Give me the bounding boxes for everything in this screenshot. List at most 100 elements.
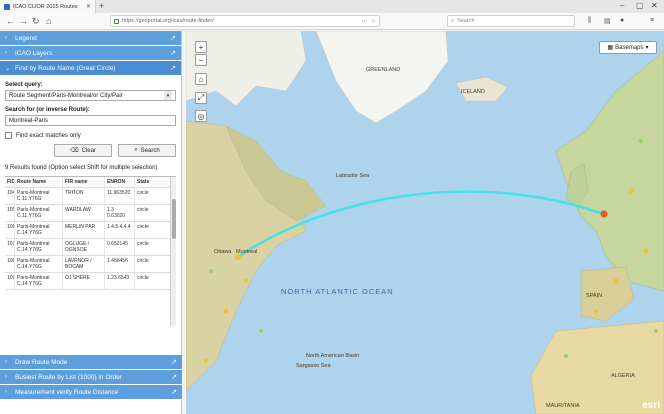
table-row[interactable]: 108 Paris-Montreal C.14.Y76G LAVRNOR / BOC… (5, 256, 176, 274)
open-external-icon[interactable]: ↗ (170, 49, 176, 57)
bottom-sections: › Draw Route Mode ↗ › Busiest Route by L… (0, 355, 182, 400)
lock-icon (114, 18, 119, 24)
table-cell: Paris-Montreal C.14.Y76G (15, 273, 63, 290)
clear-button[interactable]: ⌫ Clear (54, 144, 112, 157)
route-search-input[interactable]: Montreal-Paris (5, 115, 176, 126)
exact-match-label: Find exact matches only (16, 132, 81, 139)
back-icon[interactable]: ← (6, 16, 15, 26)
sidebar-icon[interactable]: ▤ (604, 17, 611, 25)
section-find-by-route[interactable]: ⌄ Find by Route Name (Great Circle) ↗ (0, 61, 181, 76)
fullscreen-button[interactable]: ⤢ (195, 92, 207, 104)
maximize-icon[interactable]: ▢ (636, 1, 644, 10)
table-row[interactable]: 109 Paris-Montreal C.14.Y76G OJ SHERE 1.23.… (5, 273, 176, 291)
url-text: https://geoportal.org/icao/route-finder/ (122, 18, 214, 24)
table-cell: 104 (5, 188, 15, 205)
label-algeria: ALGERIA (611, 373, 635, 379)
home-icon[interactable]: ⌂ (46, 16, 51, 26)
zoom-in-button[interactable]: + (195, 41, 207, 53)
table-cell: 107 (5, 239, 15, 256)
extension-icon[interactable]: ● (620, 17, 624, 24)
table-scrollbar[interactable] (170, 177, 176, 327)
chevron-down-icon: ▾ (645, 45, 649, 51)
browser-tab-strip: ICAO CLIOR 2015 Routes ✕ + – ▢ ✕ (0, 0, 664, 13)
exact-match-checkbox[interactable] (5, 132, 12, 139)
basemaps-button[interactable]: ▦ Basemaps ▾ (599, 41, 657, 54)
new-tab-icon[interactable]: + (99, 1, 104, 11)
col-header[interactable]: Stats (135, 177, 165, 187)
section-busiest-route[interactable]: › Busiest Route by List (1000) in Order … (0, 370, 182, 385)
table-cell: 1.4.5.4.4.4 (105, 222, 135, 239)
exact-match-checkbox-row[interactable]: Find exact matches only (5, 132, 176, 139)
menu-icon[interactable]: ≡ (650, 17, 654, 24)
close-tab-icon[interactable]: ✕ (86, 3, 91, 10)
table-cell: Paris-Montreal C.14.Y76G (15, 239, 63, 256)
search-button[interactable]: ⌕ Search (118, 144, 176, 157)
browser-search-bar[interactable]: ⌕ Search (447, 15, 575, 27)
label-north-atlantic: NORTH ATLANTIC OCEAN (281, 287, 394, 296)
section-label: Draw Route Mode (15, 358, 68, 366)
search-icon: ⌕ (134, 147, 138, 153)
open-external-icon[interactable]: ↗ (171, 358, 177, 366)
open-external-icon[interactable]: ↗ (170, 34, 176, 42)
query-select[interactable]: Route Segment/Paris-Montreal/or City/Pai… (5, 90, 176, 101)
table-cell: 108 (5, 256, 15, 273)
label-sargasso: Sargasso Sea (296, 363, 331, 369)
section-icao-layers[interactable]: › ICAO Layers ↗ (0, 46, 181, 61)
clear-label: Clear (81, 147, 96, 154)
table-cell: 1.456456 (105, 256, 135, 273)
label-greenland: GREENLAND (366, 67, 401, 73)
table-row[interactable]: 105 Paris-Montreal C.11.Y76G WARDLAW 1.3 0.… (5, 205, 176, 223)
section-label: ICAO Layers (15, 49, 53, 57)
find-route-form: Select query: Route Segment/Paris-Montre… (0, 76, 181, 330)
section-label: Busiest Route by List (1000) in Order (15, 373, 122, 381)
close-window-icon[interactable]: ✕ (651, 1, 658, 10)
locate-button[interactable]: ◎ (195, 110, 207, 122)
forward-icon[interactable]: → (19, 16, 28, 26)
search-icon: ⌕ (451, 17, 455, 24)
table-cell: MERLIN PAR (63, 222, 105, 239)
browser-tab[interactable]: ICAO CLIOR 2015 Routes ✕ (0, 0, 96, 13)
table-row[interactable]: 106 Paris-Montreal C.14.Y76G MERLIN PAR 1.4… (5, 222, 176, 240)
section-measurement[interactable]: › Measurement verify Route Distance ↗ (0, 385, 182, 400)
dropdown-arrow-icon[interactable]: ▾ (164, 91, 172, 100)
grid-icon: ▦ (607, 45, 614, 51)
table-cell: 0.652145 (105, 239, 135, 256)
section-draw-route[interactable]: › Draw Route Mode ↗ (0, 355, 182, 370)
table-cell: Paris-Montreal C.11.Y76G (15, 205, 63, 222)
col-header[interactable]: Route Name (15, 177, 63, 188)
results-table: FID Route Name FIR name ENRON Stats 104 P… (5, 176, 176, 327)
open-external-icon[interactable]: ↗ (171, 388, 177, 396)
page-actions-icon[interactable]: ⋯ (362, 18, 368, 25)
chevron-right-icon: › (5, 374, 7, 380)
clear-icon: ⌫ (70, 148, 79, 154)
library-icon[interactable]: ⫼ (588, 17, 591, 25)
map-view[interactable]: + − ⌂ ⤢ ◎ ▦ Basemaps ▾ GREENLAND ICELAND… (186, 31, 664, 414)
section-legend[interactable]: › Legend ↗ (0, 31, 181, 46)
table-row[interactable]: 107 Paris-Montreal C.14.Y76G OGLUGE / OGNS… (5, 239, 176, 257)
col-header[interactable]: ENRON (105, 177, 135, 188)
table-cell: OJ SHERE (63, 273, 105, 290)
table-row[interactable]: 104 Paris-Montreal C.11.Y76G TRITON 11.9635… (5, 188, 176, 206)
zoom-out-button[interactable]: − (195, 54, 207, 66)
table-cell: LAVRNOR / BOCAM (63, 256, 105, 273)
table-cell: circle (137, 224, 149, 231)
section-label: Legend (15, 34, 37, 42)
label-north-american-basin: North American Basin (306, 353, 360, 359)
open-external-icon[interactable]: ↗ (171, 373, 177, 381)
reload-icon[interactable]: ↻ (32, 16, 40, 27)
minimize-icon[interactable]: – (620, 1, 624, 10)
query-select-value: Route Segment/Paris-Montreal/or City/Pai… (9, 92, 123, 99)
open-external-icon[interactable]: ↗ (170, 64, 176, 72)
select-query-label: Select query: (5, 82, 43, 88)
table-cell: OGLUGE / OGNSOE (63, 239, 105, 256)
url-bar[interactable]: https://geoportal.org/icao/route-finder/… (110, 15, 380, 27)
col-header[interactable]: FID (5, 177, 15, 188)
esri-attribution: esri (642, 400, 660, 411)
col-header[interactable]: FIR name (63, 177, 105, 188)
bookmark-star-icon[interactable]: ☆ (371, 18, 376, 25)
map-canvas[interactable] (186, 31, 664, 414)
chevron-right-icon: › (5, 50, 7, 56)
search-placeholder: Search (457, 18, 475, 24)
tab-title: ICAO CLIOR 2015 Routes (13, 3, 78, 10)
home-view-button[interactable]: ⌂ (195, 73, 207, 85)
